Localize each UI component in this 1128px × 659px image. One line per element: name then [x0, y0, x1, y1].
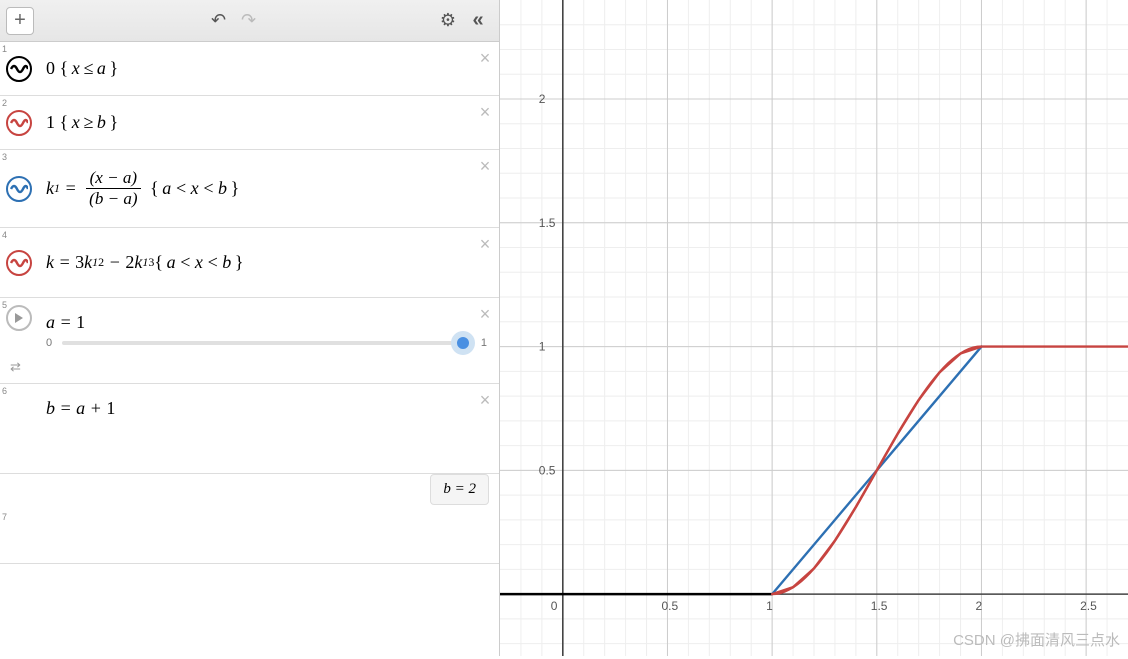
evaluation-result: b = 2 — [430, 474, 489, 505]
add-expression-button[interactable]: + — [6, 7, 34, 35]
expression-input[interactable]: b = a + 1 — [38, 384, 471, 433]
slider-track[interactable] — [62, 341, 471, 345]
wave-icon — [10, 182, 28, 196]
svg-text:0: 0 — [551, 599, 558, 613]
slider-row[interactable]: 5 a = 1 × 0 1 ⇄ — [0, 298, 499, 384]
expression-row[interactable]: 2 1 { x ≥ b } × — [0, 96, 499, 150]
redo-button[interactable]: ↷ — [234, 6, 264, 36]
undo-button[interactable]: ↶ — [204, 6, 234, 36]
expression-list: 1 0 { x ≤ a } × 2 1 { x ≥ b } × — [0, 42, 499, 656]
expression-panel: + ↶ ↷ ⚙ « 1 0 { x ≤ a } × 2 — [0, 0, 500, 656]
graph-area[interactable]: 0 0.5 1 1.5 2 2.5 0.5 1 1.5 2 CSDN @拂面清风三点水 — [500, 0, 1128, 656]
delete-row-button[interactable]: × — [471, 42, 499, 95]
svg-text:2.5: 2.5 — [1080, 599, 1097, 613]
expression-input[interactable]: k1 = (x − a) (b − a) { a < x < b } — [38, 150, 471, 227]
expression-input[interactable]: a = 1 — [38, 298, 471, 337]
wave-icon — [10, 62, 28, 76]
watermark: CSDN @拂面清风三点水 — [953, 629, 1120, 650]
empty-expression-row[interactable]: 7 — [0, 510, 499, 564]
svg-text:1.5: 1.5 — [871, 599, 888, 613]
play-icon — [14, 312, 24, 324]
svg-text:1.5: 1.5 — [539, 216, 556, 230]
svg-text:0.5: 0.5 — [539, 463, 556, 477]
graph-canvas[interactable]: 0 0.5 1 1.5 2 2.5 0.5 1 1.5 2 — [500, 0, 1128, 656]
loop-mode-icon[interactable]: ⇄ — [10, 359, 21, 375]
row-index: 6 — [2, 386, 7, 396]
svg-text:2: 2 — [975, 599, 982, 613]
row-index: 3 — [2, 152, 7, 162]
wave-icon — [10, 256, 28, 270]
slider-thumb[interactable] — [451, 331, 475, 355]
expression-row[interactable]: 3 k1 = (x − a) (b − a) { a < x < b } × — [0, 150, 499, 228]
delete-row-button[interactable]: × — [471, 228, 499, 297]
row-index: 5 — [2, 300, 7, 310]
svg-text:1: 1 — [766, 599, 773, 613]
delete-row-button[interactable]: × — [471, 384, 499, 433]
expression-input[interactable]: k = 3k12 − 2k13{ a < x < b } — [38, 228, 471, 297]
row-index: 4 — [2, 230, 7, 240]
delete-row-button[interactable]: × — [471, 150, 499, 227]
slider-min[interactable]: 0 — [46, 337, 52, 349]
collapse-panel-button[interactable]: « — [463, 6, 493, 36]
toolbar: + ↶ ↷ ⚙ « — [0, 0, 499, 42]
expression-input[interactable]: 1 { x ≥ b } — [38, 96, 471, 149]
svg-text:2: 2 — [539, 92, 546, 106]
expression-row[interactable]: 4 k = 3k12 − 2k13{ a < x < b } × — [0, 228, 499, 298]
svg-text:0.5: 0.5 — [661, 599, 678, 613]
settings-button[interactable]: ⚙ — [433, 6, 463, 36]
expression-row[interactable]: 6 b = a + 1 × b = 2 — [0, 384, 499, 474]
expression-row[interactable]: 1 0 { x ≤ a } × — [0, 42, 499, 96]
row-index: 7 — [2, 512, 7, 522]
row-index: 1 — [2, 44, 7, 54]
expression-input[interactable]: 0 { x ≤ a } — [38, 42, 471, 95]
delete-row-button[interactable]: × — [471, 298, 499, 337]
row-index: 2 — [2, 98, 7, 108]
slider-max[interactable]: 1 — [481, 337, 487, 349]
wave-icon — [10, 116, 28, 130]
delete-row-button[interactable]: × — [471, 96, 499, 149]
svg-text:1: 1 — [539, 340, 546, 354]
